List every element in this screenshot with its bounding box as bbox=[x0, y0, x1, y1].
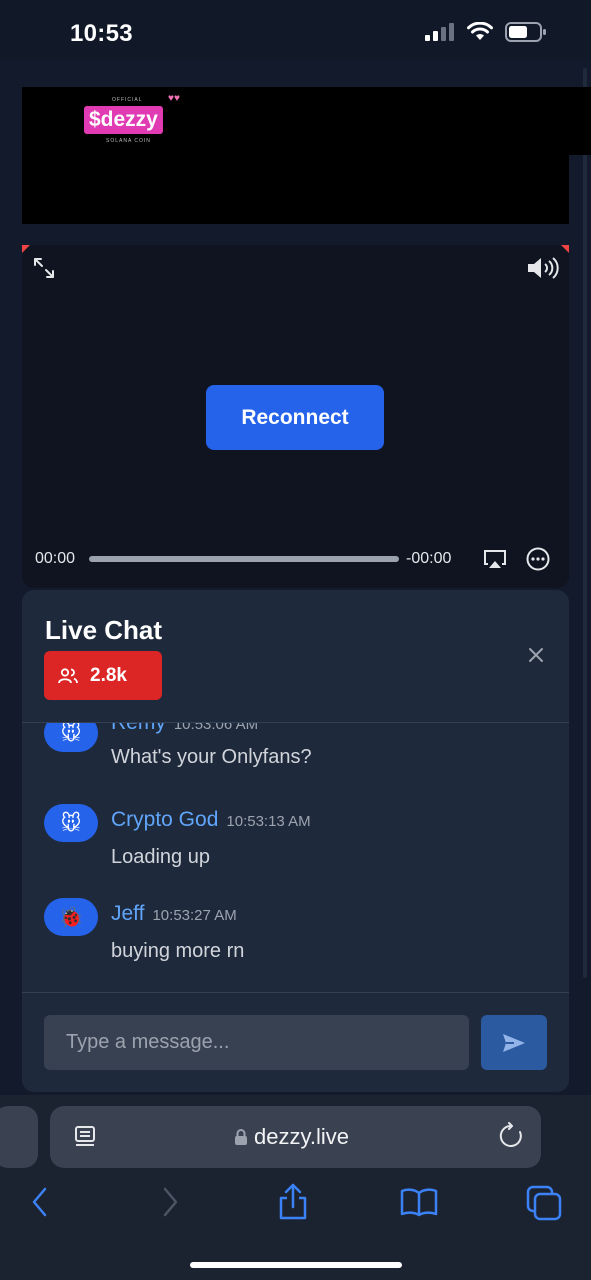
back-icon[interactable] bbox=[26, 1185, 54, 1219]
viewer-count: 2.8k bbox=[90, 664, 127, 686]
time-elapsed: 00:00 bbox=[35, 550, 76, 567]
message-header: Crypto God 10:53:13 AM bbox=[111, 808, 311, 832]
send-button[interactable] bbox=[481, 1015, 547, 1070]
forward-icon[interactable] bbox=[156, 1185, 184, 1219]
bookmarks-icon[interactable] bbox=[400, 1187, 438, 1217]
message-author[interactable]: Jeff bbox=[111, 902, 144, 925]
previous-tab-preview[interactable] bbox=[0, 1106, 38, 1168]
home-indicator bbox=[190, 1262, 402, 1268]
page-scrollbar[interactable] bbox=[583, 68, 587, 978]
message-time: 10:53:06 AM bbox=[173, 723, 259, 733]
url-display[interactable]: dezzy.live bbox=[234, 1124, 349, 1150]
expand-icon[interactable] bbox=[32, 256, 56, 280]
logo-text: $dezzy bbox=[84, 106, 163, 134]
airplay-icon[interactable] bbox=[483, 547, 507, 571]
message-header: Jeff 10:53:27 AM bbox=[111, 902, 237, 926]
share-icon[interactable] bbox=[276, 1183, 310, 1221]
chat-message-input[interactable] bbox=[44, 1015, 469, 1070]
reader-icon[interactable] bbox=[72, 1124, 98, 1150]
message-header: Remy 10:53:06 AM bbox=[111, 723, 258, 735]
logo-official-text: OFFICIAL bbox=[112, 97, 143, 103]
hearts-icon: ♥♥ bbox=[168, 93, 180, 104]
banner-overflow bbox=[569, 87, 591, 155]
message-text: What's your Onlyfans? bbox=[111, 746, 312, 768]
chat-messages[interactable]: 🐭 Remy10:53:06 AM What's your Onlyfans? … bbox=[22, 723, 569, 991]
ladybug-avatar-icon: 🐞 bbox=[44, 898, 98, 936]
message-time: 10:53:13 AM bbox=[226, 813, 311, 830]
chat-title: Live Chat bbox=[45, 615, 163, 645]
reconnect-button[interactable]: Reconnect bbox=[206, 385, 384, 450]
status-icons bbox=[425, 22, 547, 42]
logo-subtitle: SOLANA COIN bbox=[106, 138, 151, 144]
message-author[interactable]: Remy bbox=[111, 723, 166, 734]
more-icon[interactable] bbox=[526, 547, 550, 571]
viewer-count-badge: 2.8k bbox=[44, 651, 162, 700]
lock-icon bbox=[235, 1129, 247, 1145]
mouse-avatar-icon: 🐭 bbox=[44, 804, 98, 842]
tabs-icon[interactable] bbox=[526, 1185, 562, 1221]
message-text: Loading up bbox=[111, 846, 210, 868]
signal-icon bbox=[425, 23, 454, 41]
close-icon[interactable] bbox=[526, 645, 546, 665]
users-icon bbox=[58, 667, 78, 683]
mouse-avatar-icon: 🐭 bbox=[44, 723, 98, 752]
progress-bar[interactable] bbox=[89, 556, 399, 562]
reload-icon[interactable] bbox=[498, 1122, 524, 1150]
live-corner-right bbox=[561, 245, 569, 253]
volume-icon[interactable] bbox=[526, 256, 560, 280]
message-time: 10:53:27 AM bbox=[152, 907, 237, 924]
time-remaining: -00:00 bbox=[406, 550, 452, 567]
chat-input-divider bbox=[22, 992, 569, 993]
wifi-icon bbox=[467, 22, 493, 40]
battery-icon bbox=[505, 22, 546, 42]
message-text: buying more rn bbox=[111, 940, 245, 962]
dezzy-logo[interactable]: ♥♥ OFFICIAL $dezzy SOLANA COIN bbox=[82, 93, 192, 147]
send-icon bbox=[503, 1033, 525, 1052]
message-author[interactable]: Crypto God bbox=[111, 808, 218, 831]
status-time: 10:53 bbox=[70, 20, 133, 47]
live-corner-left bbox=[22, 245, 30, 253]
url-text: dezzy.live bbox=[254, 1124, 349, 1149]
